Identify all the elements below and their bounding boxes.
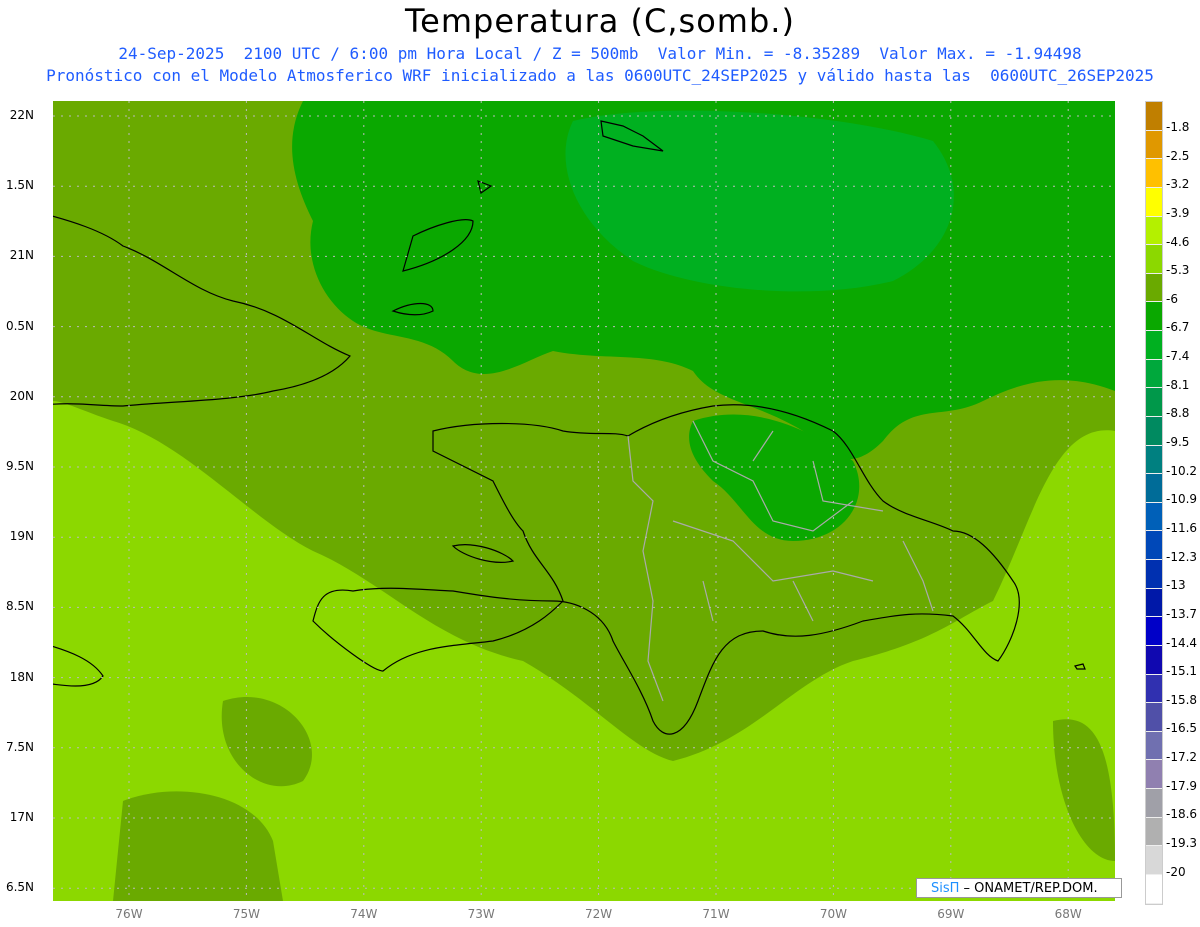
colorbar-label: -3.2 <box>1166 177 1190 192</box>
colorbar-label: -15.8 <box>1166 692 1198 707</box>
lat-label: 18N <box>9 669 34 684</box>
colorbar-swatch <box>1146 674 1162 704</box>
lat-label: 19N <box>9 529 34 544</box>
colorbar-label: -6.7 <box>1166 320 1190 335</box>
colorbar-swatch <box>1146 273 1162 303</box>
colorbar-swatch <box>1146 760 1162 789</box>
colorbar-swatch <box>1146 817 1162 847</box>
lon-label: 75W <box>232 907 260 921</box>
colorbar-swatch <box>1146 731 1162 761</box>
lon-label: 72W <box>585 907 613 921</box>
colorbar-swatch <box>1146 445 1162 475</box>
colorbar-swatch <box>1146 703 1162 732</box>
colorbar-swatch <box>1146 302 1162 331</box>
colorbar-label: -13 <box>1166 578 1186 593</box>
colorbar-swatch <box>1146 874 1162 904</box>
colorbar-label: -2.5 <box>1166 148 1190 163</box>
colorbar-label: -15.1 <box>1166 664 1198 679</box>
colorbar-label: -20 <box>1166 864 1186 879</box>
lon-label: 71W <box>702 907 730 921</box>
lat-label: 22N <box>9 108 34 122</box>
credit-text: – ONAMET/REP.DOM. <box>959 881 1098 896</box>
colorbar-swatch <box>1146 216 1162 246</box>
colorbar-swatch <box>1146 159 1162 188</box>
colorbar-label: -16.5 <box>1166 721 1198 736</box>
colorbar-label: -19.3 <box>1166 836 1198 850</box>
colorbar-swatch <box>1146 187 1162 217</box>
colorbar-swatch <box>1146 560 1162 589</box>
lon-label: 69W <box>937 907 965 921</box>
lat-label: 21N <box>9 248 34 263</box>
lat-label: 20N <box>9 388 34 403</box>
colorbar-label: -14.4 <box>1166 635 1198 650</box>
lon-label: 68W <box>1054 907 1082 921</box>
lon-label: 73W <box>467 907 495 921</box>
colorbar-label: -17.9 <box>1166 778 1198 793</box>
colorbar-swatch <box>1146 474 1162 503</box>
colorbar-label: -1.8 <box>1166 120 1190 134</box>
colorbar-label: -4.6 <box>1166 234 1190 249</box>
colorbar-label: -17.2 <box>1166 750 1198 765</box>
colorbar-swatch <box>1146 388 1162 417</box>
colorbar-label: -12.3 <box>1166 549 1198 564</box>
colorbar-label: -8.8 <box>1166 406 1190 421</box>
subtitle-valid-time: 24-Sep-2025 2100 UTC / 6:00 pm Hora Loca… <box>118 44 1082 63</box>
temperature-map <box>53 101 1115 901</box>
colorbar-label: -10.2 <box>1166 463 1198 478</box>
colorbar-swatch <box>1146 645 1162 675</box>
lat-label: 8.5N <box>5 599 34 614</box>
colorbar-swatch <box>1146 846 1162 875</box>
colorbar-label: -5.3 <box>1166 263 1190 278</box>
lat-label: 0.5N <box>5 318 34 333</box>
lon-label: 70W <box>819 907 847 921</box>
colorbar-swatch <box>1146 102 1162 131</box>
sispi-logo: SisΠ <box>931 881 960 896</box>
colorbar-label: -11.6 <box>1166 520 1198 535</box>
colorbar-swatch <box>1146 359 1162 389</box>
colorbar-swatch <box>1146 502 1162 532</box>
lat-label: 17N <box>9 810 34 824</box>
colorbar-swatch <box>1146 531 1162 560</box>
colorbar-swatch <box>1146 588 1162 618</box>
colorbar-swatch <box>1146 416 1162 446</box>
colorbar-label: -3.9 <box>1166 205 1190 220</box>
lon-label: 76W <box>115 907 143 921</box>
lon-label: 74W <box>350 907 378 921</box>
chart-title: Temperatura (C,somb.) <box>405 2 795 40</box>
lat-label: 9.5N <box>5 459 34 473</box>
colorbar-label: -10.9 <box>1166 492 1198 507</box>
colorbar-swatch <box>1146 331 1162 360</box>
colorbar-swatch <box>1146 789 1162 818</box>
credit-box: SisΠ – ONAMET/REP.DOM. <box>916 878 1122 898</box>
colorbar-label: -9.5 <box>1166 435 1190 450</box>
colorbar-label: -6 <box>1166 291 1178 306</box>
colorbar-label: -13.7 <box>1166 606 1198 621</box>
lat-label: 1.5N <box>5 178 34 193</box>
lat-label: 7.5N <box>5 739 34 754</box>
subtitle-model-info: Pronóstico con el Modelo Atmosferico WRF… <box>46 66 1154 85</box>
colorbar-swatch <box>1146 130 1162 160</box>
colorbar-swatch <box>1146 617 1162 646</box>
colorbar-label: -8.1 <box>1166 377 1190 392</box>
colorbar-label: -7.4 <box>1166 349 1190 364</box>
colorbar <box>1145 101 1163 905</box>
colorbar-swatch <box>1146 245 1162 274</box>
colorbar-label: -18.6 <box>1166 807 1198 822</box>
lat-label: 6.5N <box>5 880 34 895</box>
